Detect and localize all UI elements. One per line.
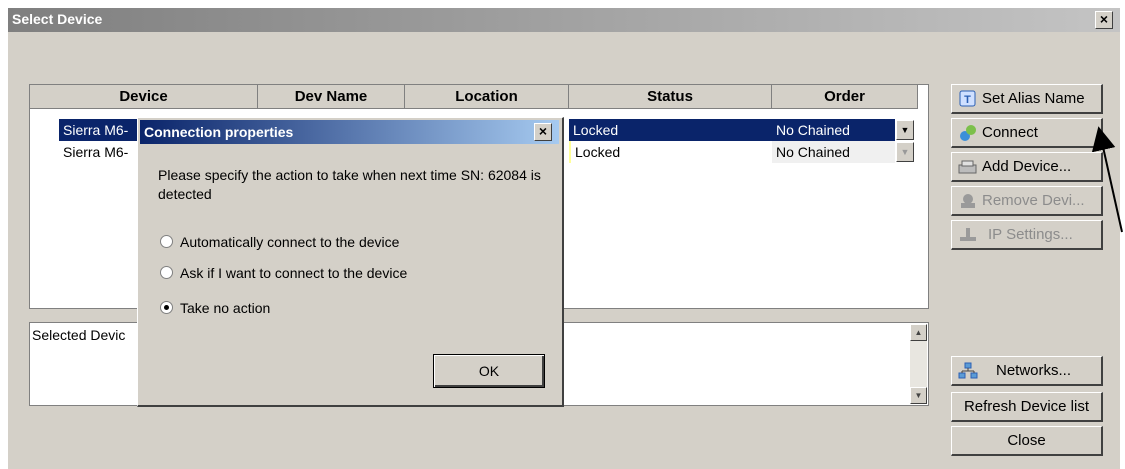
title-bar: Select Device ×	[8, 8, 1120, 32]
window-close-button[interactable]: ×	[1095, 11, 1113, 29]
option-label: Automatically connect to the device	[180, 234, 400, 250]
column-header-status[interactable]: Status	[569, 85, 772, 109]
chevron-up-icon: ▲	[914, 328, 923, 337]
status-cell: Locked	[569, 141, 772, 163]
add-device-icon	[958, 160, 977, 174]
dialog-close-button[interactable]: ×	[534, 123, 552, 141]
connect-icon	[960, 125, 976, 141]
add-device-button[interactable]: Add Device...	[951, 152, 1103, 182]
ip-settings-label: IP Settings...	[988, 226, 1073, 243]
network-plug-icon	[960, 228, 976, 241]
remove-device-button[interactable]: Remove Devi...	[951, 186, 1103, 216]
ip-settings-button[interactable]: IP Settings...	[951, 220, 1103, 250]
radio-button[interactable]	[160, 235, 173, 248]
dialog-title: Connection properties	[144, 124, 294, 140]
networks-button[interactable]: Networks...	[951, 356, 1103, 386]
set-alias-name-button[interactable]: T Set Alias Name	[951, 84, 1103, 114]
refresh-device-list-button[interactable]: Refresh Device list	[951, 392, 1103, 422]
selected-device-label: Selected Devic	[32, 327, 126, 343]
vertical-scrollbar[interactable]: ▲ ▼	[910, 324, 927, 404]
close-icon: ×	[1099, 11, 1109, 27]
scroll-up-button[interactable]: ▲	[910, 324, 927, 341]
radio-button[interactable]	[160, 301, 173, 314]
radio-button[interactable]	[160, 266, 173, 279]
set-alias-name-label: Set Alias Name	[982, 90, 1085, 107]
close-icon: ×	[538, 123, 548, 139]
column-header-dev-name[interactable]: Dev Name	[258, 85, 405, 109]
networks-label: Networks...	[996, 362, 1072, 379]
order-dropdown-arrow[interactable]: ▼	[896, 142, 914, 162]
ok-button[interactable]: OK	[433, 354, 545, 388]
remove-device-label: Remove Devi...	[982, 192, 1085, 209]
table-header: Device Dev Name Location Status Order	[30, 85, 928, 110]
option-label: Ask if I want to connect to the device	[180, 265, 408, 281]
add-device-label: Add Device...	[982, 158, 1072, 175]
connect-label: Connect	[982, 124, 1038, 141]
column-header-location[interactable]: Location	[405, 85, 569, 109]
chevron-down-icon: ▼	[900, 147, 910, 157]
dialog-title-bar: Connection properties	[140, 120, 559, 144]
chevron-down-icon: ▼	[914, 391, 923, 400]
window-title: Select Device	[12, 11, 103, 27]
dialog-message: Please specify the action to take when n…	[158, 167, 541, 202]
svg-text:T: T	[964, 94, 971, 106]
scroll-down-button[interactable]: ▼	[910, 387, 927, 404]
close-label: Close	[1007, 432, 1046, 449]
connect-button[interactable]: Connect	[951, 118, 1103, 148]
chevron-down-icon: ▼	[900, 125, 910, 135]
column-header-device[interactable]: Device	[30, 85, 258, 109]
order-cell[interactable]: No Chained	[772, 119, 895, 141]
order-dropdown-arrow[interactable]: ▼	[896, 120, 914, 140]
network-icon	[958, 362, 978, 379]
alias-icon: T	[959, 90, 976, 107]
order-cell[interactable]: No Chained	[772, 141, 895, 163]
connection-properties-dialog: Connection properties × Please specify t…	[137, 117, 564, 407]
refresh-device-list-label: Refresh Device list	[963, 398, 1090, 415]
option-label: Take no action	[180, 300, 271, 316]
remove-device-icon	[961, 194, 975, 208]
status-cell: Locked	[569, 119, 772, 141]
column-header-order[interactable]: Order	[772, 85, 918, 109]
close-button[interactable]: Close	[951, 426, 1103, 456]
